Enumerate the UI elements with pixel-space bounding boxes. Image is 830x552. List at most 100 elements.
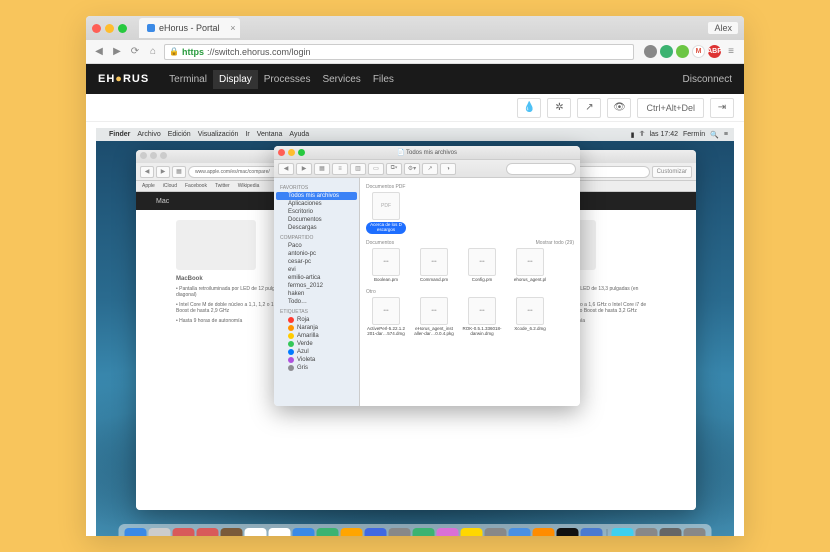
- arrange-button[interactable]: ⧉▾: [386, 163, 402, 175]
- sidebar-item[interactable]: haken: [274, 290, 359, 298]
- dock-app[interactable]: [437, 528, 459, 536]
- sidebar-item[interactable]: Amarilla: [274, 332, 359, 340]
- bookmark-item[interactable]: Wikipedia: [238, 183, 260, 189]
- disconnect-link[interactable]: Disconnect: [683, 74, 732, 85]
- dock-app[interactable]: [389, 528, 411, 536]
- close-dot[interactable]: [278, 149, 285, 156]
- dock-app[interactable]: [293, 528, 315, 536]
- home-button[interactable]: ⌂: [146, 45, 160, 59]
- sidebar-item[interactable]: Todo…: [274, 298, 359, 306]
- menubar-user[interactable]: Fermín: [683, 131, 705, 138]
- view-icon-button[interactable]: ▦: [314, 163, 330, 175]
- sidebar-item[interactable]: Todos mis archivos: [276, 192, 357, 200]
- sidebar-item[interactable]: Documentos: [274, 216, 359, 224]
- file-item[interactable]: eHorus_agent_installer-dar…0.0.4.pkg: [414, 297, 454, 337]
- file-item[interactable]: Boolean.pm: [366, 248, 406, 283]
- abp-icon[interactable]: ABP: [708, 45, 721, 58]
- sidebar-item[interactable]: Descargas: [274, 224, 359, 232]
- file-item[interactable]: Config.pm: [462, 248, 502, 283]
- zoom-dot[interactable]: [298, 149, 305, 156]
- tags-button[interactable]: ◑: [440, 163, 456, 175]
- minimize-dot[interactable]: [288, 149, 295, 156]
- dock-app[interactable]: [341, 528, 363, 536]
- show-all-link[interactable]: Mostrar todo (29): [536, 240, 574, 246]
- sidebar-item[interactable]: Verde: [274, 340, 359, 348]
- sidebar-item[interactable]: evi: [274, 266, 359, 274]
- apple-nav-item[interactable]: Mac: [156, 198, 169, 205]
- gmail-icon[interactable]: M: [692, 45, 705, 58]
- file-item[interactable]: Acerca de los Descargos: [366, 192, 406, 234]
- menubar-item[interactable]: Archivo: [137, 131, 160, 138]
- finder-search-input[interactable]: [506, 163, 576, 175]
- sidebar-item[interactable]: Gris: [274, 364, 359, 372]
- dock-app[interactable]: [317, 528, 339, 536]
- view-col-button[interactable]: ▥: [350, 163, 366, 175]
- dock-app[interactable]: [636, 528, 658, 536]
- share-button[interactable]: ↗: [422, 163, 438, 175]
- bookmark-item[interactable]: Twitter: [215, 183, 230, 189]
- reload-button[interactable]: ⟳: [128, 45, 142, 59]
- finder-forward-button[interactable]: ▶: [296, 163, 312, 175]
- safari-panel-button[interactable]: ▦: [172, 166, 186, 178]
- menubar-item[interactable]: Ayuda: [289, 131, 309, 138]
- gear-icon[interactable]: ✲: [547, 98, 571, 118]
- sidebar-item[interactable]: fermos_2012: [274, 282, 359, 290]
- dock-app[interactable]: [461, 528, 483, 536]
- file-item[interactable]: Xcode_6.2.dmg: [510, 297, 550, 337]
- search-icon[interactable]: 🔍: [710, 131, 719, 139]
- ehorus-tab-terminal[interactable]: Terminal: [163, 70, 213, 89]
- dock-app[interactable]: [125, 528, 147, 536]
- ext-icon[interactable]: [660, 45, 673, 58]
- sidebar-item[interactable]: emilio-artica: [274, 274, 359, 282]
- sidebar-item[interactable]: antonio-pc: [274, 250, 359, 258]
- dock-app[interactable]: [221, 528, 243, 536]
- ehorus-tab-display[interactable]: Display: [213, 70, 258, 89]
- safari-forward-button[interactable]: ▶: [156, 166, 170, 178]
- sidebar-item[interactable]: Escritorio: [274, 208, 359, 216]
- dock-app[interactable]: [197, 528, 219, 536]
- file-item[interactable]: ActivePerl-5.22.1.2201-dar…574.dmg: [366, 297, 406, 337]
- sidebar-item[interactable]: cesar-pc: [274, 258, 359, 266]
- action-button[interactable]: ⚙▾: [404, 163, 420, 175]
- menubar-item[interactable]: Ventana: [257, 131, 283, 138]
- menubar-item[interactable]: Edición: [168, 131, 191, 138]
- tab-close-icon[interactable]: ×: [230, 23, 235, 33]
- dock-app[interactable]: [245, 528, 267, 536]
- file-item[interactable]: ehorus_agent.pl: [510, 248, 550, 283]
- safari-reader-button[interactable]: Customizar: [652, 166, 692, 178]
- ehorus-tab-files[interactable]: Files: [367, 70, 400, 89]
- safari-back-button[interactable]: ◀: [140, 166, 154, 178]
- dock-app[interactable]: [557, 528, 579, 536]
- dock-app[interactable]: [684, 528, 706, 536]
- file-item[interactable]: Command.pm: [414, 248, 454, 283]
- dock-app[interactable]: [612, 528, 634, 536]
- dock-app[interactable]: [413, 528, 435, 536]
- zoom-dot[interactable]: [118, 24, 127, 33]
- ctrl-alt-del-button[interactable]: Ctrl+Alt+Del: [637, 98, 704, 118]
- dock-app[interactable]: [149, 528, 171, 536]
- ext-icon[interactable]: [676, 45, 689, 58]
- sidebar-item[interactable]: Azul: [274, 348, 359, 356]
- menubar-item[interactable]: Visualización: [198, 131, 239, 138]
- drop-icon[interactable]: 💧: [517, 98, 541, 118]
- sidebar-item[interactable]: Paco: [274, 242, 359, 250]
- dock-app[interactable]: [365, 528, 387, 536]
- ext-icon[interactable]: [644, 45, 657, 58]
- share-icon[interactable]: ↗: [577, 98, 601, 118]
- forward-button[interactable]: ▶: [110, 45, 124, 59]
- dock-app[interactable]: [660, 528, 682, 536]
- dock-app[interactable]: [173, 528, 195, 536]
- dock-app[interactable]: [509, 528, 531, 536]
- sidebar-item[interactable]: Violeta: [274, 356, 359, 364]
- close-dot[interactable]: [92, 24, 101, 33]
- battery-icon[interactable]: ▮: [631, 131, 635, 139]
- menubar-time[interactable]: las 17:42: [650, 131, 678, 138]
- minimize-dot[interactable]: [105, 24, 114, 33]
- ehorus-tab-processes[interactable]: Processes: [258, 70, 317, 89]
- logout-icon[interactable]: ⇥: [710, 98, 734, 118]
- dock-app[interactable]: [581, 528, 603, 536]
- view-gallery-button[interactable]: ▭: [368, 163, 384, 175]
- menubar-app[interactable]: Finder: [109, 131, 130, 138]
- chrome-user-chip[interactable]: Alex: [708, 22, 738, 34]
- file-item[interactable]: ROK-0.5.1.336018-darwin.dmg: [462, 297, 502, 337]
